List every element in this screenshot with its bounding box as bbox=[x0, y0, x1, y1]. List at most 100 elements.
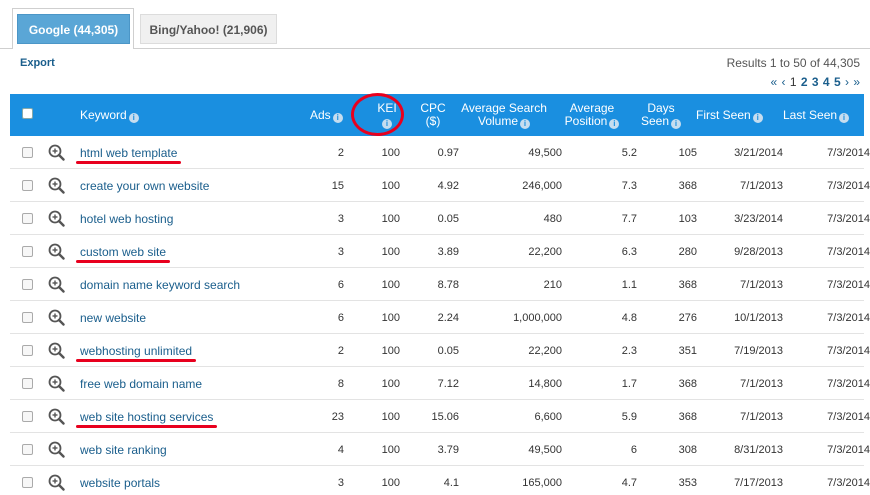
col-cpc[interactable]: CPC ($) bbox=[412, 102, 454, 128]
cell-cpc: 0.05 bbox=[437, 345, 459, 357]
col-volume[interactable]: Average Search Volume i bbox=[454, 102, 554, 129]
cell-cpc: 0.05 bbox=[437, 213, 459, 225]
row-checkbox[interactable] bbox=[22, 444, 33, 455]
col-last-seen[interactable]: Last Seen i bbox=[783, 108, 850, 123]
cell-ads: 15 bbox=[331, 180, 344, 192]
zoom-in-icon[interactable] bbox=[48, 441, 65, 458]
cell-last-seen: 7/3/2014 bbox=[827, 180, 870, 192]
row-checkbox[interactable] bbox=[22, 312, 33, 323]
row-checkbox[interactable] bbox=[22, 378, 33, 389]
cell-first-seen: 7/1/2013 bbox=[740, 279, 783, 291]
keyword-link[interactable]: html web template bbox=[80, 146, 177, 160]
cell-last-seen: 7/3/2014 bbox=[827, 345, 870, 357]
keyword-link[interactable]: create your own website bbox=[80, 179, 209, 193]
row-checkbox[interactable] bbox=[22, 345, 33, 356]
select-all-checkbox[interactable] bbox=[22, 108, 33, 119]
page-2-link[interactable]: 2 bbox=[801, 75, 808, 89]
cell-last-seen: 7/3/2014 bbox=[827, 477, 870, 489]
col-ads[interactable]: Ads i bbox=[310, 109, 343, 123]
row-checkbox[interactable] bbox=[22, 213, 33, 224]
cell-cpc: 4.1 bbox=[443, 477, 459, 489]
cell-days-seen: 351 bbox=[678, 345, 697, 357]
keyword-link[interactable]: domain name keyword search bbox=[80, 278, 240, 292]
cell-position: 5.9 bbox=[621, 411, 637, 423]
zoom-in-icon[interactable] bbox=[48, 474, 65, 491]
zoom-in-icon[interactable] bbox=[48, 342, 65, 359]
cell-cpc: 2.24 bbox=[437, 312, 459, 324]
kei-highlight-circle bbox=[351, 93, 404, 136]
table-row: domain name keyword search 6 100 8.78 210 1.1… bbox=[10, 268, 870, 301]
cell-cpc: 3.89 bbox=[437, 246, 459, 258]
info-icon[interactable]: i bbox=[839, 113, 850, 123]
cell-first-seen: 3/21/2014 bbox=[734, 147, 783, 159]
cell-position: 7.7 bbox=[621, 213, 637, 225]
next-page-link[interactable]: › bbox=[845, 75, 849, 89]
cell-last-seen: 7/3/2014 bbox=[827, 378, 870, 390]
cell-last-seen: 7/3/2014 bbox=[827, 312, 870, 324]
cell-first-seen: 7/17/2013 bbox=[734, 477, 783, 489]
row-checkbox[interactable] bbox=[22, 147, 33, 158]
cell-days-seen: 368 bbox=[678, 180, 697, 192]
cell-kei: 100 bbox=[381, 147, 400, 159]
info-icon[interactable]: i bbox=[609, 119, 620, 129]
cell-cpc: 15.06 bbox=[431, 411, 459, 423]
info-icon[interactable]: i bbox=[128, 113, 139, 123]
cell-volume: 49,500 bbox=[528, 444, 562, 456]
cell-volume: 480 bbox=[543, 213, 562, 225]
tab-google[interactable]: Google (44,305) bbox=[17, 14, 130, 44]
page-3-link[interactable]: 3 bbox=[812, 75, 819, 89]
zoom-in-icon[interactable] bbox=[48, 309, 65, 326]
annotation-underline bbox=[76, 260, 170, 263]
cell-days-seen: 280 bbox=[678, 246, 697, 258]
cell-ads: 3 bbox=[337, 213, 344, 225]
last-page-link[interactable]: » bbox=[853, 75, 860, 89]
row-checkbox[interactable] bbox=[22, 246, 33, 257]
zoom-in-icon[interactable] bbox=[48, 177, 65, 194]
annotation-underline bbox=[76, 359, 196, 362]
cell-kei: 100 bbox=[381, 312, 400, 324]
cell-ads: 8 bbox=[337, 378, 344, 390]
info-icon[interactable]: i bbox=[671, 119, 682, 129]
zoom-in-icon[interactable] bbox=[48, 375, 65, 392]
cell-days-seen: 308 bbox=[678, 444, 697, 456]
zoom-in-icon[interactable] bbox=[48, 144, 65, 161]
col-days-seen[interactable]: Days Seen i bbox=[636, 102, 686, 129]
cell-kei: 100 bbox=[381, 444, 400, 456]
cell-kei: 100 bbox=[381, 477, 400, 489]
keyword-link[interactable]: web site hosting services bbox=[80, 410, 213, 424]
prev-page-link[interactable]: ‹ bbox=[781, 75, 785, 89]
col-keyword[interactable]: Keyword i bbox=[80, 109, 139, 123]
keyword-link[interactable]: hotel web hosting bbox=[80, 212, 173, 226]
cell-last-seen: 7/3/2014 bbox=[827, 213, 870, 225]
cell-last-seen: 7/3/2014 bbox=[827, 279, 870, 291]
row-checkbox[interactable] bbox=[22, 279, 33, 290]
row-checkbox[interactable] bbox=[22, 411, 33, 422]
keyword-link[interactable]: website portals bbox=[80, 476, 160, 490]
export-link[interactable]: Export bbox=[20, 57, 55, 69]
page-4-link[interactable]: 4 bbox=[823, 75, 830, 89]
cell-last-seen: 7/3/2014 bbox=[827, 444, 870, 456]
zoom-in-icon[interactable] bbox=[48, 276, 65, 293]
page-5-link[interactable]: 5 bbox=[834, 75, 841, 89]
first-page-link[interactable]: « bbox=[770, 75, 777, 89]
row-checkbox[interactable] bbox=[22, 180, 33, 191]
zoom-in-icon[interactable] bbox=[48, 408, 65, 425]
zoom-in-icon[interactable] bbox=[48, 243, 65, 260]
col-last-seen-label: Last Seen bbox=[783, 108, 838, 122]
keyword-link[interactable]: custom web site bbox=[80, 245, 166, 259]
info-icon[interactable]: i bbox=[752, 113, 763, 123]
zoom-in-icon[interactable] bbox=[48, 210, 65, 227]
cell-ads: 2 bbox=[337, 345, 344, 357]
col-first-seen[interactable]: First Seen i bbox=[696, 109, 763, 123]
info-icon[interactable]: i bbox=[520, 119, 531, 129]
keyword-link[interactable]: free web domain name bbox=[80, 377, 202, 391]
keyword-link[interactable]: new website bbox=[80, 311, 146, 325]
cell-cpc: 3.79 bbox=[437, 444, 459, 456]
cell-position: 6 bbox=[630, 444, 637, 456]
tab-bing-yahoo[interactable]: Bing/Yahoo! (21,906) bbox=[140, 14, 277, 44]
col-position[interactable]: Average Position i bbox=[558, 102, 626, 129]
keyword-link[interactable]: web site ranking bbox=[80, 443, 167, 457]
keyword-link[interactable]: webhosting unlimited bbox=[80, 344, 192, 358]
info-icon[interactable]: i bbox=[332, 113, 343, 123]
row-checkbox[interactable] bbox=[22, 477, 33, 488]
